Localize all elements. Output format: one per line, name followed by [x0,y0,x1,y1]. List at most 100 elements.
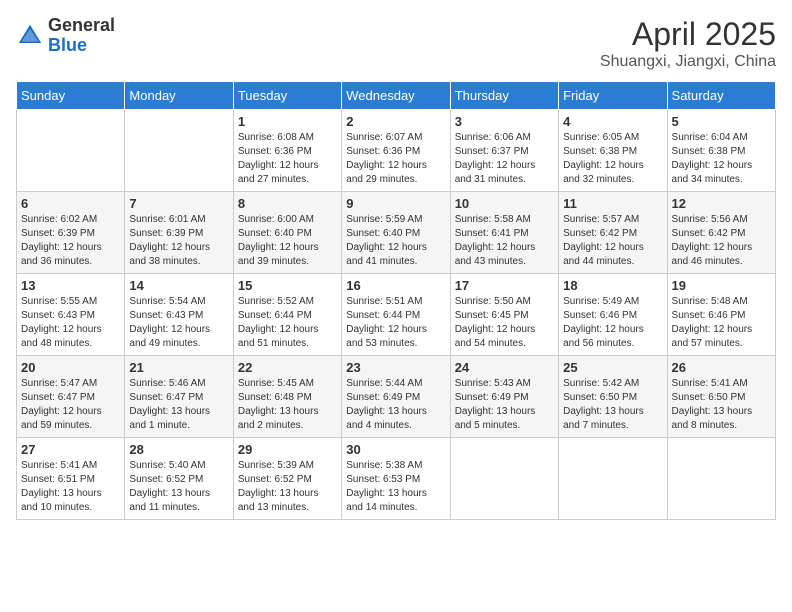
day-info: Sunrise: 5:41 AMSunset: 6:51 PMDaylight:… [21,459,120,515]
day-info: Sunrise: 6:07 AMSunset: 6:36 PMDaylight:… [346,131,445,187]
calendar-cell: 23Sunrise: 5:44 AMSunset: 6:49 PMDayligh… [342,356,450,438]
day-number: 26 [672,360,771,375]
calendar-week-row: 27 Sunrise: 5:41 AMSunset: 6:51 PMDayligh… [17,438,776,520]
day-number: 15 [238,278,337,293]
day-number: 23 [346,360,445,375]
day-number: 27 [21,442,120,457]
month-title: April 2025 [600,16,776,53]
day-info: Sunrise: 5:41 AMSunset: 6:50 PMDaylight:… [672,377,771,433]
day-info: Sunrise: 6:05 AMSunset: 6:38 PMDaylight:… [563,131,662,187]
day-number: 6 [21,196,120,211]
logo-icon [16,22,44,50]
calendar-cell: 30 Sunrise: 5:38 AMSunset: 6:53 PMDayligh… [342,438,450,520]
day-number: 16 [346,278,445,293]
day-info: Sunrise: 5:38 AMSunset: 6:53 PMDaylight:… [346,459,445,515]
weekday-header: Saturday [667,82,775,110]
logo-text: General Blue [48,16,115,56]
calendar-cell: 21 Sunrise: 5:46 AMSunset: 6:47 PMDayligh… [125,356,233,438]
day-info: Sunrise: 5:51 AMSunset: 6:44 PMDaylight:… [346,295,445,351]
calendar-week-row: 1 Sunrise: 6:08 AMSunset: 6:36 PMDaylight… [17,110,776,192]
calendar-table: SundayMondayTuesdayWednesdayThursdayFrid… [16,81,776,520]
calendar-cell: 20 Sunrise: 5:47 AMSunset: 6:47 PMDayligh… [17,356,125,438]
day-number: 12 [672,196,771,211]
day-info: Sunrise: 5:43 AMSunset: 6:49 PMDaylight:… [455,377,554,433]
logo-general: General [48,16,115,36]
day-info: Sunrise: 5:57 AMSunset: 6:42 PMDaylight:… [563,213,662,269]
page-header: General Blue April 2025 Shuangxi, Jiangx… [16,16,776,71]
day-number: 7 [129,196,228,211]
day-number: 28 [129,442,228,457]
calendar-cell: 11Sunrise: 5:57 AMSunset: 6:42 PMDayligh… [559,192,667,274]
day-number: 10 [455,196,554,211]
calendar-cell: 14 Sunrise: 5:54 AMSunset: 6:43 PMDayligh… [125,274,233,356]
calendar-week-row: 13 Sunrise: 5:55 AMSunset: 6:43 PMDayligh… [17,274,776,356]
day-number: 14 [129,278,228,293]
day-info: Sunrise: 5:56 AMSunset: 6:42 PMDaylight:… [672,213,771,269]
calendar-cell: 13 Sunrise: 5:55 AMSunset: 6:43 PMDayligh… [17,274,125,356]
calendar-cell: 12 Sunrise: 5:56 AMSunset: 6:42 PMDayligh… [667,192,775,274]
day-info: Sunrise: 5:48 AMSunset: 6:46 PMDaylight:… [672,295,771,351]
day-number: 19 [672,278,771,293]
day-info: Sunrise: 6:04 AMSunset: 6:38 PMDaylight:… [672,131,771,187]
calendar-cell: 27 Sunrise: 5:41 AMSunset: 6:51 PMDayligh… [17,438,125,520]
day-info: Sunrise: 5:47 AMSunset: 6:47 PMDaylight:… [21,377,120,433]
day-info: Sunrise: 6:08 AMSunset: 6:36 PMDaylight:… [238,131,337,187]
day-info: Sunrise: 5:55 AMSunset: 6:43 PMDaylight:… [21,295,120,351]
weekday-header: Tuesday [233,82,341,110]
weekday-header: Wednesday [342,82,450,110]
day-number: 29 [238,442,337,457]
calendar-cell: 28 Sunrise: 5:40 AMSunset: 6:52 PMDayligh… [125,438,233,520]
day-info: Sunrise: 6:02 AMSunset: 6:39 PMDaylight:… [21,213,120,269]
calendar-week-row: 20 Sunrise: 5:47 AMSunset: 6:47 PMDayligh… [17,356,776,438]
calendar-cell: 17 Sunrise: 5:50 AMSunset: 6:45 PMDayligh… [450,274,558,356]
calendar-cell [559,438,667,520]
title-block: April 2025 Shuangxi, Jiangxi, China [600,16,776,71]
day-number: 21 [129,360,228,375]
calendar-cell: 5 Sunrise: 6:04 AMSunset: 6:38 PMDaylight… [667,110,775,192]
logo: General Blue [16,16,115,56]
day-info: Sunrise: 5:58 AMSunset: 6:41 PMDaylight:… [455,213,554,269]
day-number: 25 [563,360,662,375]
day-number: 5 [672,114,771,129]
day-number: 17 [455,278,554,293]
day-number: 1 [238,114,337,129]
day-info: Sunrise: 5:42 AMSunset: 6:50 PMDaylight:… [563,377,662,433]
calendar-cell: 24 Sunrise: 5:43 AMSunset: 6:49 PMDayligh… [450,356,558,438]
day-info: Sunrise: 6:06 AMSunset: 6:37 PMDaylight:… [455,131,554,187]
weekday-header: Monday [125,82,233,110]
calendar-cell: 25 Sunrise: 5:42 AMSunset: 6:50 PMDayligh… [559,356,667,438]
day-info: Sunrise: 5:54 AMSunset: 6:43 PMDaylight:… [129,295,228,351]
weekday-header: Thursday [450,82,558,110]
calendar-cell: 16 Sunrise: 5:51 AMSunset: 6:44 PMDayligh… [342,274,450,356]
day-number: 18 [563,278,662,293]
calendar-cell: 1 Sunrise: 6:08 AMSunset: 6:36 PMDaylight… [233,110,341,192]
calendar-cell: 7Sunrise: 6:01 AMSunset: 6:39 PMDaylight… [125,192,233,274]
day-number: 13 [21,278,120,293]
day-info: Sunrise: 5:39 AMSunset: 6:52 PMDaylight:… [238,459,337,515]
calendar-cell: 19 Sunrise: 5:48 AMSunset: 6:46 PMDayligh… [667,274,775,356]
calendar-cell: 2Sunrise: 6:07 AMSunset: 6:36 PMDaylight… [342,110,450,192]
calendar-cell [667,438,775,520]
day-number: 22 [238,360,337,375]
day-info: Sunrise: 5:46 AMSunset: 6:47 PMDaylight:… [129,377,228,433]
day-number: 24 [455,360,554,375]
day-info: Sunrise: 5:49 AMSunset: 6:46 PMDaylight:… [563,295,662,351]
calendar-cell: 6 Sunrise: 6:02 AMSunset: 6:39 PMDaylight… [17,192,125,274]
calendar-cell: 9 Sunrise: 5:59 AMSunset: 6:40 PMDaylight… [342,192,450,274]
calendar-cell: 4Sunrise: 6:05 AMSunset: 6:38 PMDaylight… [559,110,667,192]
day-number: 30 [346,442,445,457]
day-number: 20 [21,360,120,375]
calendar-cell [450,438,558,520]
day-info: Sunrise: 5:45 AMSunset: 6:48 PMDaylight:… [238,377,337,433]
day-info: Sunrise: 5:59 AMSunset: 6:40 PMDaylight:… [346,213,445,269]
logo-blue: Blue [48,36,115,56]
calendar-cell [125,110,233,192]
day-info: Sunrise: 6:00 AMSunset: 6:40 PMDaylight:… [238,213,337,269]
calendar-cell: 26 Sunrise: 5:41 AMSunset: 6:50 PMDayligh… [667,356,775,438]
location-subtitle: Shuangxi, Jiangxi, China [600,53,776,71]
day-info: Sunrise: 5:40 AMSunset: 6:52 PMDaylight:… [129,459,228,515]
day-info: Sunrise: 5:52 AMSunset: 6:44 PMDaylight:… [238,295,337,351]
day-number: 9 [346,196,445,211]
weekday-header-row: SundayMondayTuesdayWednesdayThursdayFrid… [17,82,776,110]
day-info: Sunrise: 5:50 AMSunset: 6:45 PMDaylight:… [455,295,554,351]
